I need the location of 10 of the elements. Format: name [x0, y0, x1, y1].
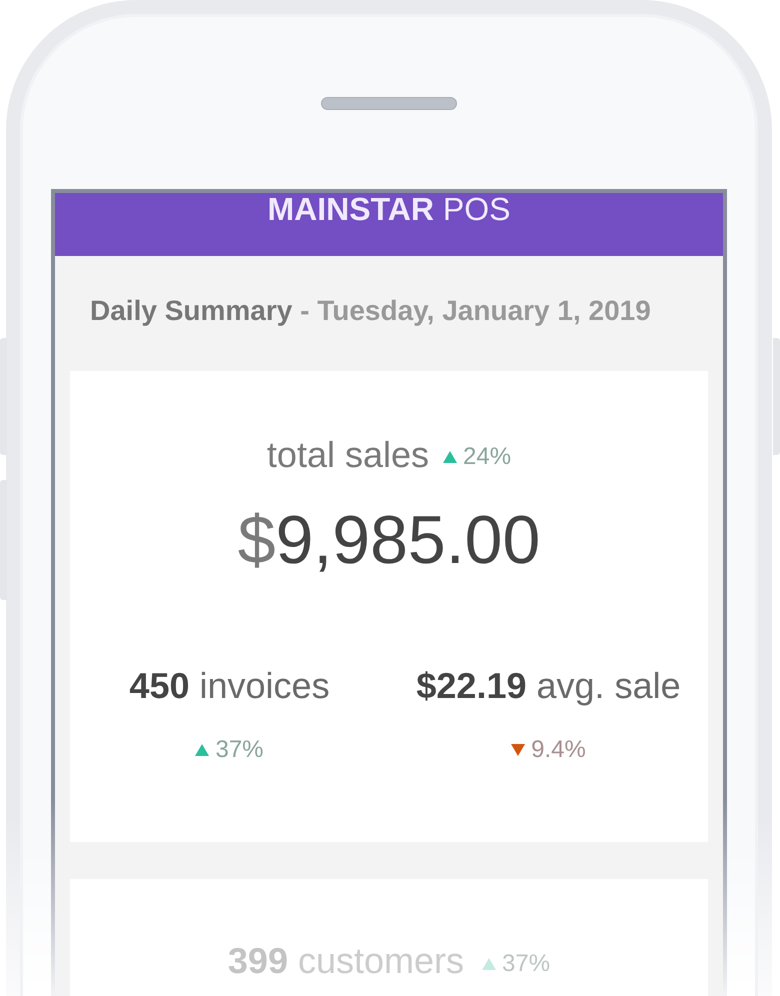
- stat-figure: $22.19 avg. sale: [416, 666, 681, 706]
- change-percent: 24%: [463, 443, 512, 471]
- summary-heading: Daily Summary - Tuesday, January 1, 2019: [90, 295, 651, 327]
- sales-label: total sales: [266, 437, 430, 473]
- change-percent: 37%: [215, 736, 264, 764]
- change-percent: 37%: [502, 950, 550, 978]
- sales-amount: $9,985.00: [238, 506, 540, 574]
- change-percent: 9.4%: [531, 736, 586, 764]
- stat-figure: 450 invoices: [129, 666, 330, 706]
- app-title: MAINSTAR POS: [268, 193, 510, 225]
